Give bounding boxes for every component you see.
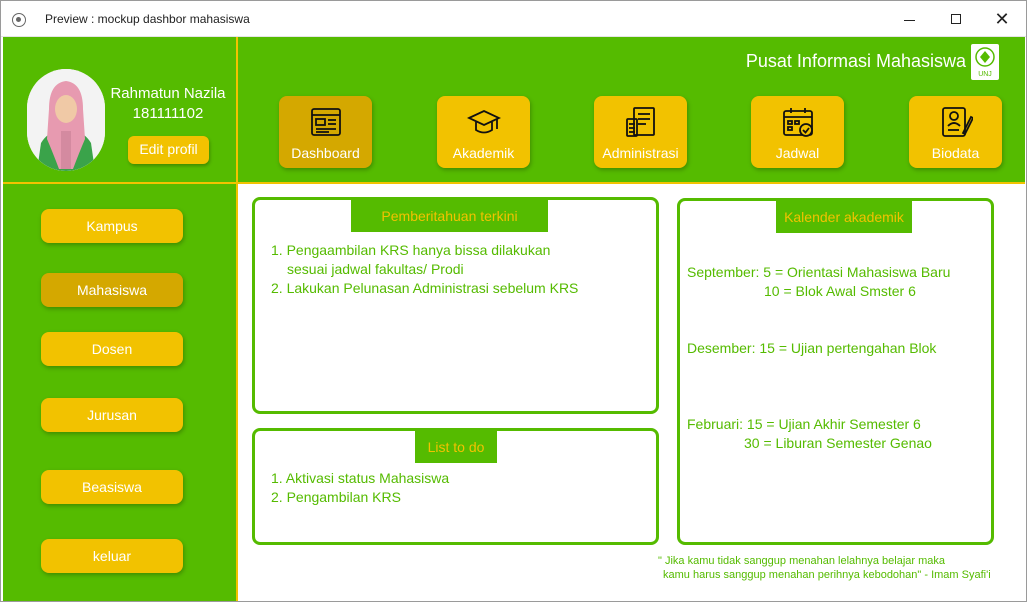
notifications-title: Pemberitahuan terkini [351, 200, 548, 232]
profile-nim: 181111102 [132, 105, 204, 122]
tab-akademik-label: Akademik [452, 145, 515, 161]
university-logo: UNJ [971, 44, 999, 80]
calendar-entry: Desember: 15 = Ujian pertengahan Blok [687, 340, 937, 356]
calendar-title: Kalender akademik [776, 201, 912, 233]
calendar-panel [677, 198, 994, 545]
tab-administrasi[interactable]: Administrasi [594, 96, 687, 168]
calendar-entry: 30 = Liburan Semester Genao [744, 435, 932, 451]
app-record-icon [12, 13, 26, 27]
calendar-entry: 10 = Blok Awal Smster 6 [764, 283, 916, 299]
page-title: Pusat Informasi Mahasiswa [745, 51, 966, 71]
todo-item: 1. Aktivasi status Mahasiswa [271, 470, 450, 486]
motivational-quote: " Jika kamu tidak sanggup menahan lelahn… [658, 554, 1003, 582]
todo-title: List to do [415, 431, 497, 463]
app-window: Preview : mockup dashbor mahasiswa ✕ Rah… [0, 0, 1027, 602]
calendar-entry: September: 5 = Orientasi Mahasiswa Baru [687, 264, 951, 280]
notification-item: 1. Pengaambilan KRS hanya bissa dilakuka… [271, 242, 551, 258]
sidebar-item-keluar[interactable]: keluar [41, 539, 183, 573]
maximize-button[interactable] [933, 1, 979, 37]
tab-administrasi-label: Administrasi [602, 145, 679, 161]
graduation-cap-icon [466, 105, 501, 139]
minimize-icon [904, 20, 915, 21]
close-button[interactable]: ✕ [979, 1, 1025, 37]
profile-name: Rahmatun Nazila [110, 85, 226, 102]
dashboard-icon [309, 105, 343, 139]
minimize-button[interactable] [887, 1, 933, 37]
sidebar-item-dosen[interactable]: Dosen [41, 332, 183, 366]
maximize-icon [951, 14, 961, 24]
tab-dashboard-label: Dashboard [291, 145, 360, 161]
notification-item: 2. Lakukan Pelunasan Administrasi sebelu… [271, 280, 579, 296]
avatar [27, 69, 105, 171]
tab-jadwal[interactable]: Jadwal [751, 96, 844, 168]
sidebar-item-jurusan[interactable]: Jurusan [41, 398, 183, 432]
calendar-check-icon [781, 105, 815, 139]
header-divider [3, 182, 1025, 184]
notification-item: sesuai jadwal fakultas/ Prodi [287, 261, 464, 277]
sidebar-divider [236, 37, 238, 601]
window-title: Preview : mockup dashbor mahasiswa [45, 12, 250, 26]
tab-biodata[interactable]: Biodata [909, 96, 1002, 168]
todo-item: 2. Pengambilan KRS [271, 489, 401, 505]
sidebar-item-beasiswa[interactable]: Beasiswa [41, 470, 183, 504]
quote-line: " Jika kamu tidak sanggup menahan lelahn… [658, 555, 946, 567]
tab-dashboard[interactable]: Dashboard [279, 96, 372, 168]
calendar-entry: Februari: 15 = Ujian Akhir Semester 6 [687, 416, 921, 432]
todo-list: 1. Aktivasi status Mahasiswa 2. Pengambi… [271, 469, 651, 507]
administration-icon [624, 105, 658, 139]
quote-line: kamu harus sanggup menahan perihnya kebo… [663, 569, 991, 581]
sidebar-item-kampus[interactable]: Kampus [41, 209, 183, 243]
svg-text:UNJ: UNJ [978, 71, 992, 78]
sidebar-item-mahasiswa[interactable]: Mahasiswa [41, 273, 183, 307]
title-bar: Preview : mockup dashbor mahasiswa ✕ [1, 1, 1026, 37]
tab-akademik[interactable]: Akademik [437, 96, 530, 168]
edit-profile-button[interactable]: Edit profil [128, 136, 209, 164]
tab-jadwal-label: Jadwal [775, 145, 820, 161]
notifications-list: 1. Pengaambilan KRS hanya bissa dilakuka… [271, 241, 651, 298]
tab-biodata-label: Biodata [931, 145, 980, 161]
biodata-icon [939, 105, 974, 139]
close-icon: ✕ [994, 9, 1010, 29]
